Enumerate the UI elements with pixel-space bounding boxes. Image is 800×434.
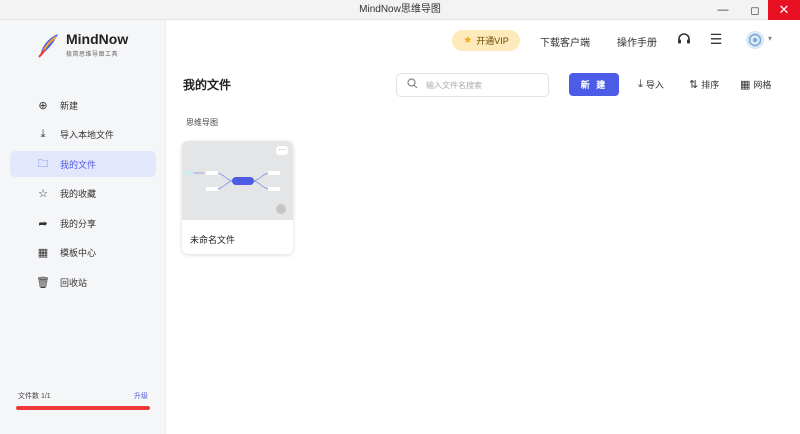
section-label: 思维导图: [186, 118, 218, 127]
sidebar-item-label: 导入本地文件: [60, 130, 115, 140]
sidebar: MindNow 极简思维导图工具 ⊕ 新建 ⤓ 导入本地文件 🗀 我的文件 ☆ …: [0, 20, 166, 434]
import-label: 导入: [645, 80, 664, 90]
sidebar-item-label: 模板中心: [60, 248, 97, 258]
logo-subtitle: 极简思维导图工具: [66, 52, 119, 58]
select-checkbox[interactable]: [276, 204, 286, 214]
window-title: MindNow思维导图: [359, 4, 441, 15]
new-button[interactable]: 新 建: [569, 73, 619, 96]
sidebar-item-label: 回收站: [60, 277, 88, 288]
sidebar-item-label: 我的收藏: [60, 189, 97, 199]
title-bar: MindNow思维导图 — ◻ ✕: [0, 0, 800, 20]
file-card[interactable]: … 未命名文件: [182, 141, 293, 254]
import-icon: ⤓: [40, 128, 46, 140]
page-title: 我的文件: [183, 78, 232, 92]
vip-star-icon: ★: [463, 35, 473, 46]
more-icon[interactable]: …: [276, 145, 288, 155]
quota-bar-fill: [16, 406, 150, 410]
sidebar-item-my-files[interactable]: 🗀 我的文件: [10, 151, 156, 177]
sidebar-item-label: 我的分享: [60, 218, 97, 229]
chevron-down-icon[interactable]: ▾: [768, 34, 772, 43]
sidebar-nav: ⊕ 新建 ⤓ 导入本地文件 🗀 我的文件 ☆ 我的收藏 ➦ 我的分享 ▦ 模板中…: [10, 92, 156, 299]
sidebar-item-new[interactable]: ⊕ 新建: [10, 92, 156, 118]
sidebar-item-templates[interactable]: ▦ 模板中心: [10, 240, 156, 266]
feather-logo-icon: [36, 32, 60, 58]
sidebar-item-import-local[interactable]: ⤓ 导入本地文件: [10, 122, 156, 148]
sidebar-item-trash[interactable]: 🗑 回收站: [10, 269, 156, 295]
sort-label: 排序: [701, 80, 720, 90]
sort-button[interactable]: ⇅ 排序: [689, 78, 719, 91]
maximize-icon[interactable]: ◻: [740, 0, 770, 20]
vip-label: 开通VIP: [476, 36, 509, 46]
file-name: 未命名文件: [190, 235, 236, 245]
sort-icon: ⇅: [689, 79, 699, 91]
import-icon: ⤓: [638, 78, 643, 90]
plus-circle-icon: ⊕: [38, 99, 48, 112]
vip-button[interactable]: ★ 开通VIP: [452, 30, 520, 51]
grid-label: 网格: [753, 80, 772, 90]
avatar-icon[interactable]: [746, 31, 764, 49]
grid-icon: ▦: [740, 79, 751, 91]
logo-name: MindNow: [66, 31, 129, 47]
search-icon: [407, 78, 418, 92]
share-icon: ➦: [38, 217, 48, 230]
manual-link[interactable]: 操作手册: [617, 34, 657, 49]
template-grid-icon: ▦: [37, 247, 49, 259]
folder-icon: 🗀: [37, 157, 49, 170]
minimize-icon[interactable]: —: [708, 0, 738, 20]
star-icon: ☆: [38, 188, 48, 200]
file-thumbnail: …: [182, 141, 293, 220]
file-count: 文件数 1/1: [18, 393, 51, 400]
sidebar-item-favorites[interactable]: ☆ 我的收藏: [10, 181, 156, 207]
import-button[interactable]: ⤓ 导入: [638, 78, 664, 91]
close-icon[interactable]: ✕: [768, 0, 800, 20]
search-box[interactable]: [396, 73, 549, 97]
sidebar-item-label: 我的文件: [60, 159, 97, 170]
sidebar-item-shared[interactable]: ➦ 我的分享: [10, 210, 156, 236]
grid-view-button[interactable]: ▦ 网格: [740, 78, 771, 91]
search-input[interactable]: [426, 80, 536, 90]
menu-icon[interactable]: ☰: [708, 31, 724, 47]
download-client-link[interactable]: 下载客户端: [540, 34, 590, 49]
upgrade-link[interactable]: 升级: [134, 391, 148, 401]
logo[interactable]: MindNow 极简思维导图工具: [36, 32, 128, 58]
headset-icon[interactable]: [676, 31, 692, 47]
quota-bar: [16, 406, 150, 410]
trash-icon: 🗑: [36, 276, 50, 289]
sidebar-item-label: 新建: [60, 100, 79, 111]
